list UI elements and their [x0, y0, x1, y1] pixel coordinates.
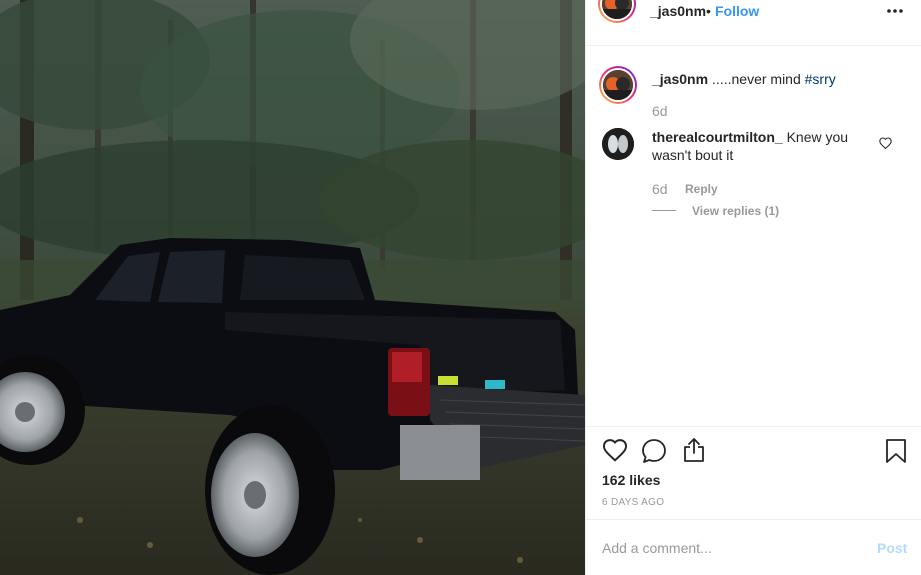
caption-time[interactable]: 6d [652, 103, 668, 119]
commenter-avatar[interactable] [602, 128, 634, 160]
separator-dot: • [706, 3, 711, 19]
caption-hashtag[interactable]: #srry [805, 71, 836, 87]
comment-username[interactable]: therealcourtmilton_ [652, 129, 783, 145]
post-comment-button[interactable]: Post [877, 540, 907, 556]
author-avatar[interactable] [598, 0, 636, 23]
truck-photo-illustration [0, 0, 585, 575]
caption: _jas0nm .....never mind #srry [652, 71, 836, 87]
comment-item: therealcourtmilton_ Knew you wasn't bout… [652, 128, 862, 164]
more-options-button[interactable] [886, 0, 904, 28]
post-panel: _jas0nm • Follow _jas0nm .....never mind … [585, 0, 921, 575]
likes-count[interactable]: 162 likes [602, 472, 660, 488]
comment-time[interactable]: 6d [652, 181, 668, 197]
share-icon [684, 438, 704, 462]
caption-text: .....never mind [712, 71, 805, 87]
heart-icon [602, 439, 628, 462]
view-replies-line [652, 210, 676, 211]
share-button[interactable] [682, 437, 706, 468]
bookmark-icon [886, 439, 906, 463]
post-photo[interactable] [0, 0, 585, 575]
follow-button[interactable]: Follow [715, 3, 759, 19]
reply-button[interactable]: Reply [685, 182, 718, 196]
caption-avatar[interactable] [599, 66, 637, 104]
view-replies-button[interactable]: View replies (1) [692, 204, 779, 218]
actions-divider [586, 426, 921, 427]
post-header: _jas0nm • Follow [586, 0, 921, 46]
add-comment-input[interactable] [602, 540, 842, 556]
add-comment-bar: Post [586, 519, 921, 575]
post-date[interactable]: 6 DAYS AGO [602, 497, 664, 508]
more-icon [887, 9, 903, 13]
comment-button[interactable] [641, 438, 667, 469]
caption-username[interactable]: _jas0nm [652, 71, 708, 87]
like-comment-button[interactable] [879, 136, 892, 154]
author-username[interactable]: _jas0nm [650, 3, 706, 19]
save-button[interactable] [885, 438, 907, 469]
like-button[interactable] [602, 438, 628, 467]
comment-icon [642, 439, 666, 463]
like-comment-icon [879, 137, 892, 150]
